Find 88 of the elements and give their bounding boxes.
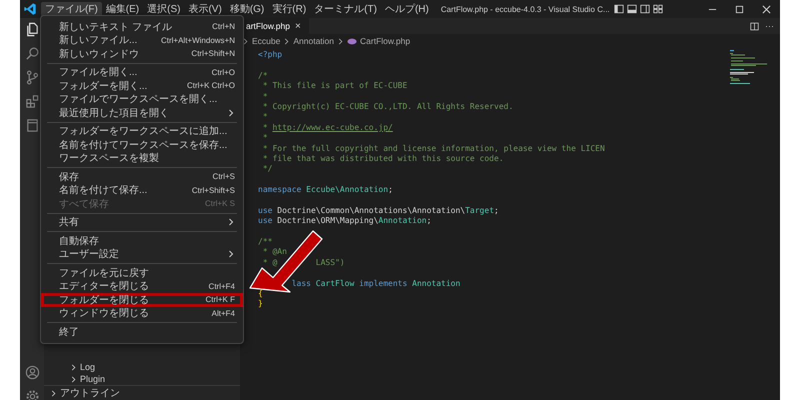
breadcrumb-item[interactable]: CartFlow.php bbox=[360, 36, 410, 46]
menu-item[interactable]: 最近使用した項目を開く bbox=[41, 106, 243, 120]
layout-grid-icon[interactable] bbox=[652, 4, 663, 14]
shortcut-label: Ctrl+K Ctrl+O bbox=[186, 81, 235, 90]
menu-item[interactable]: 保存 Ctrl+S bbox=[41, 170, 243, 184]
php-file-icon bbox=[347, 38, 358, 44]
code-text: LASS") bbox=[316, 258, 345, 268]
secondary-sidebar-icon[interactable] bbox=[640, 4, 650, 14]
menu-bar-item[interactable]: 表示(V) bbox=[184, 2, 226, 16]
code-text: use Doctrine\Common\Annotations\Annotation\Target; bbox=[258, 206, 499, 216]
menu-item[interactable]: ユーザー設定 bbox=[41, 248, 243, 261]
shortcut-label: Ctrl+F4 bbox=[208, 282, 235, 291]
menu-item[interactable]: 新しいファイル... Ctrl+Alt+Windows+N bbox=[41, 34, 243, 47]
menu-bar-item[interactable]: 移動(G) bbox=[226, 2, 268, 16]
breadcrumb-item[interactable]: Eccube bbox=[252, 36, 280, 46]
menu-bar-item[interactable]: 選択(S) bbox=[143, 2, 184, 16]
code-text: /** bbox=[258, 237, 272, 248]
tree-item[interactable]: Log bbox=[80, 362, 96, 372]
menu-item[interactable]: ファイルでワークスペースを開く... bbox=[41, 92, 243, 106]
shortcut-label: Ctrl+O bbox=[210, 68, 235, 77]
code-text: * bbox=[262, 112, 268, 123]
menu-item[interactable]: ファイルを開く... Ctrl+O bbox=[41, 66, 243, 79]
tab-close-button[interactable]: × bbox=[294, 20, 301, 32]
shortcut-label: Ctrl+K F bbox=[204, 295, 235, 304]
extensions-icon[interactable] bbox=[24, 94, 40, 109]
menu-item[interactable]: 新しいテキスト ファイル Ctrl+N bbox=[41, 20, 243, 34]
code-text: } bbox=[258, 299, 263, 310]
tab-title: artFlow.php bbox=[246, 21, 290, 31]
code-text: * @ bbox=[262, 258, 278, 268]
source-control-icon[interactable] bbox=[24, 70, 40, 85]
outline-title: アウトライン bbox=[60, 387, 120, 400]
menu-item[interactable]: フォルダーを開く... Ctrl+K Ctrl+O bbox=[41, 79, 243, 92]
more-actions-button[interactable]: ··· bbox=[765, 21, 774, 31]
app-logo-icon bbox=[23, 2, 37, 16]
tree-item[interactable]: Plugin bbox=[80, 374, 106, 384]
menu-bar-item[interactable]: 実行(R) bbox=[268, 2, 310, 16]
settings-icon[interactable] bbox=[24, 389, 40, 400]
code-text: lass CartFlow implements Annotation bbox=[292, 278, 460, 289]
code-text: namespace Eccube\Annotation; bbox=[258, 185, 393, 196]
code-text: */ bbox=[262, 164, 272, 175]
code-text: /* bbox=[258, 70, 268, 82]
code-text: <?php bbox=[258, 50, 282, 60]
shortcut-label: Ctrl+Alt+Windows+N bbox=[160, 36, 235, 45]
menu-item[interactable]: エディターを閉じる Ctrl+F4 bbox=[41, 280, 243, 293]
menu-item[interactable]: ワークスペースを複製 bbox=[41, 152, 243, 165]
code-text: use Doctrine\ORM\Mapping\Annotation; bbox=[258, 216, 432, 227]
menu-item[interactable]: 終了 bbox=[41, 325, 243, 338]
code-text: * bbox=[262, 92, 268, 102]
menu-bar-item[interactable]: ファイル(F) bbox=[41, 2, 102, 16]
close-icon[interactable] bbox=[762, 4, 771, 14]
outline-section-header[interactable]: アウトライン bbox=[44, 385, 240, 400]
code-text: { bbox=[258, 288, 263, 300]
code-text: * This file is part of EC-CUBE bbox=[262, 81, 408, 92]
menu-item[interactable]: ファイルを元に戻す bbox=[41, 266, 243, 280]
menu-bar-item[interactable]: 編集(E) bbox=[102, 2, 144, 16]
code-text: * Copyright(c) EC-CUBE CO.,LTD. All Rights Reserved. bbox=[262, 102, 514, 112]
shortcut-label: Ctrl+Shift+S bbox=[190, 186, 235, 195]
window-title: CartFlow.php - eccube-4.0.3 - Visual Studio C... bbox=[440, 4, 610, 14]
account-icon[interactable] bbox=[24, 365, 40, 380]
menu-item[interactable]: ウィンドウを閉じる Alt+F4 bbox=[41, 306, 243, 320]
menu-bar-item[interactable]: ターミナル(T) bbox=[310, 2, 381, 16]
code-text: * @An bbox=[262, 247, 287, 258]
shortcut-label: Ctrl+S bbox=[212, 172, 235, 182]
breadcrumb-item[interactable]: Annotation bbox=[293, 36, 334, 46]
shortcut-label: Alt+F4 bbox=[210, 308, 235, 318]
chevron-icon bbox=[283, 38, 290, 44]
panel-toggle-icon[interactable] bbox=[626, 4, 637, 14]
menu-item[interactable]: 自動保存 bbox=[41, 234, 243, 248]
shortcut-label: Ctrl+Shift+N bbox=[190, 49, 235, 58]
menu-item[interactable]: フォルダーを閉じる Ctrl+K F bbox=[41, 293, 243, 306]
menu-item[interactable]: 共有 bbox=[41, 216, 243, 229]
search-icon[interactable] bbox=[24, 46, 40, 61]
menu-item[interactable]: 名前を付けて保存... Ctrl+Shift+S bbox=[41, 184, 243, 197]
chevron-icon bbox=[337, 38, 344, 44]
split-editor-icon[interactable] bbox=[750, 22, 759, 30]
code-text: * http://www.ec-cube.co.jp/ bbox=[262, 122, 393, 134]
menu-item[interactable]: 新しいウィンドウ Ctrl+Shift+N bbox=[41, 47, 243, 60]
explorer-icon[interactable] bbox=[24, 22, 40, 37]
code-text: * file that was distributed with this source code. bbox=[262, 154, 504, 164]
menu-bar-item[interactable]: ヘルプ(H) bbox=[380, 2, 433, 16]
code-text: * bbox=[262, 133, 268, 144]
maximize-icon[interactable] bbox=[735, 4, 744, 14]
code-text: * For the full copyright and license information, please view the LICEN bbox=[262, 144, 605, 154]
menu-item[interactable]: フォルダーをワークスペースに追加... bbox=[41, 124, 243, 138]
shortcut-label: Ctrl+N bbox=[211, 22, 235, 32]
shortcut-label: Ctrl+K S bbox=[204, 199, 235, 208]
menu-item[interactable]: 名前を付けてワークスペースを保存... bbox=[41, 138, 243, 152]
sidebar-toggle-icon[interactable] bbox=[614, 4, 624, 14]
